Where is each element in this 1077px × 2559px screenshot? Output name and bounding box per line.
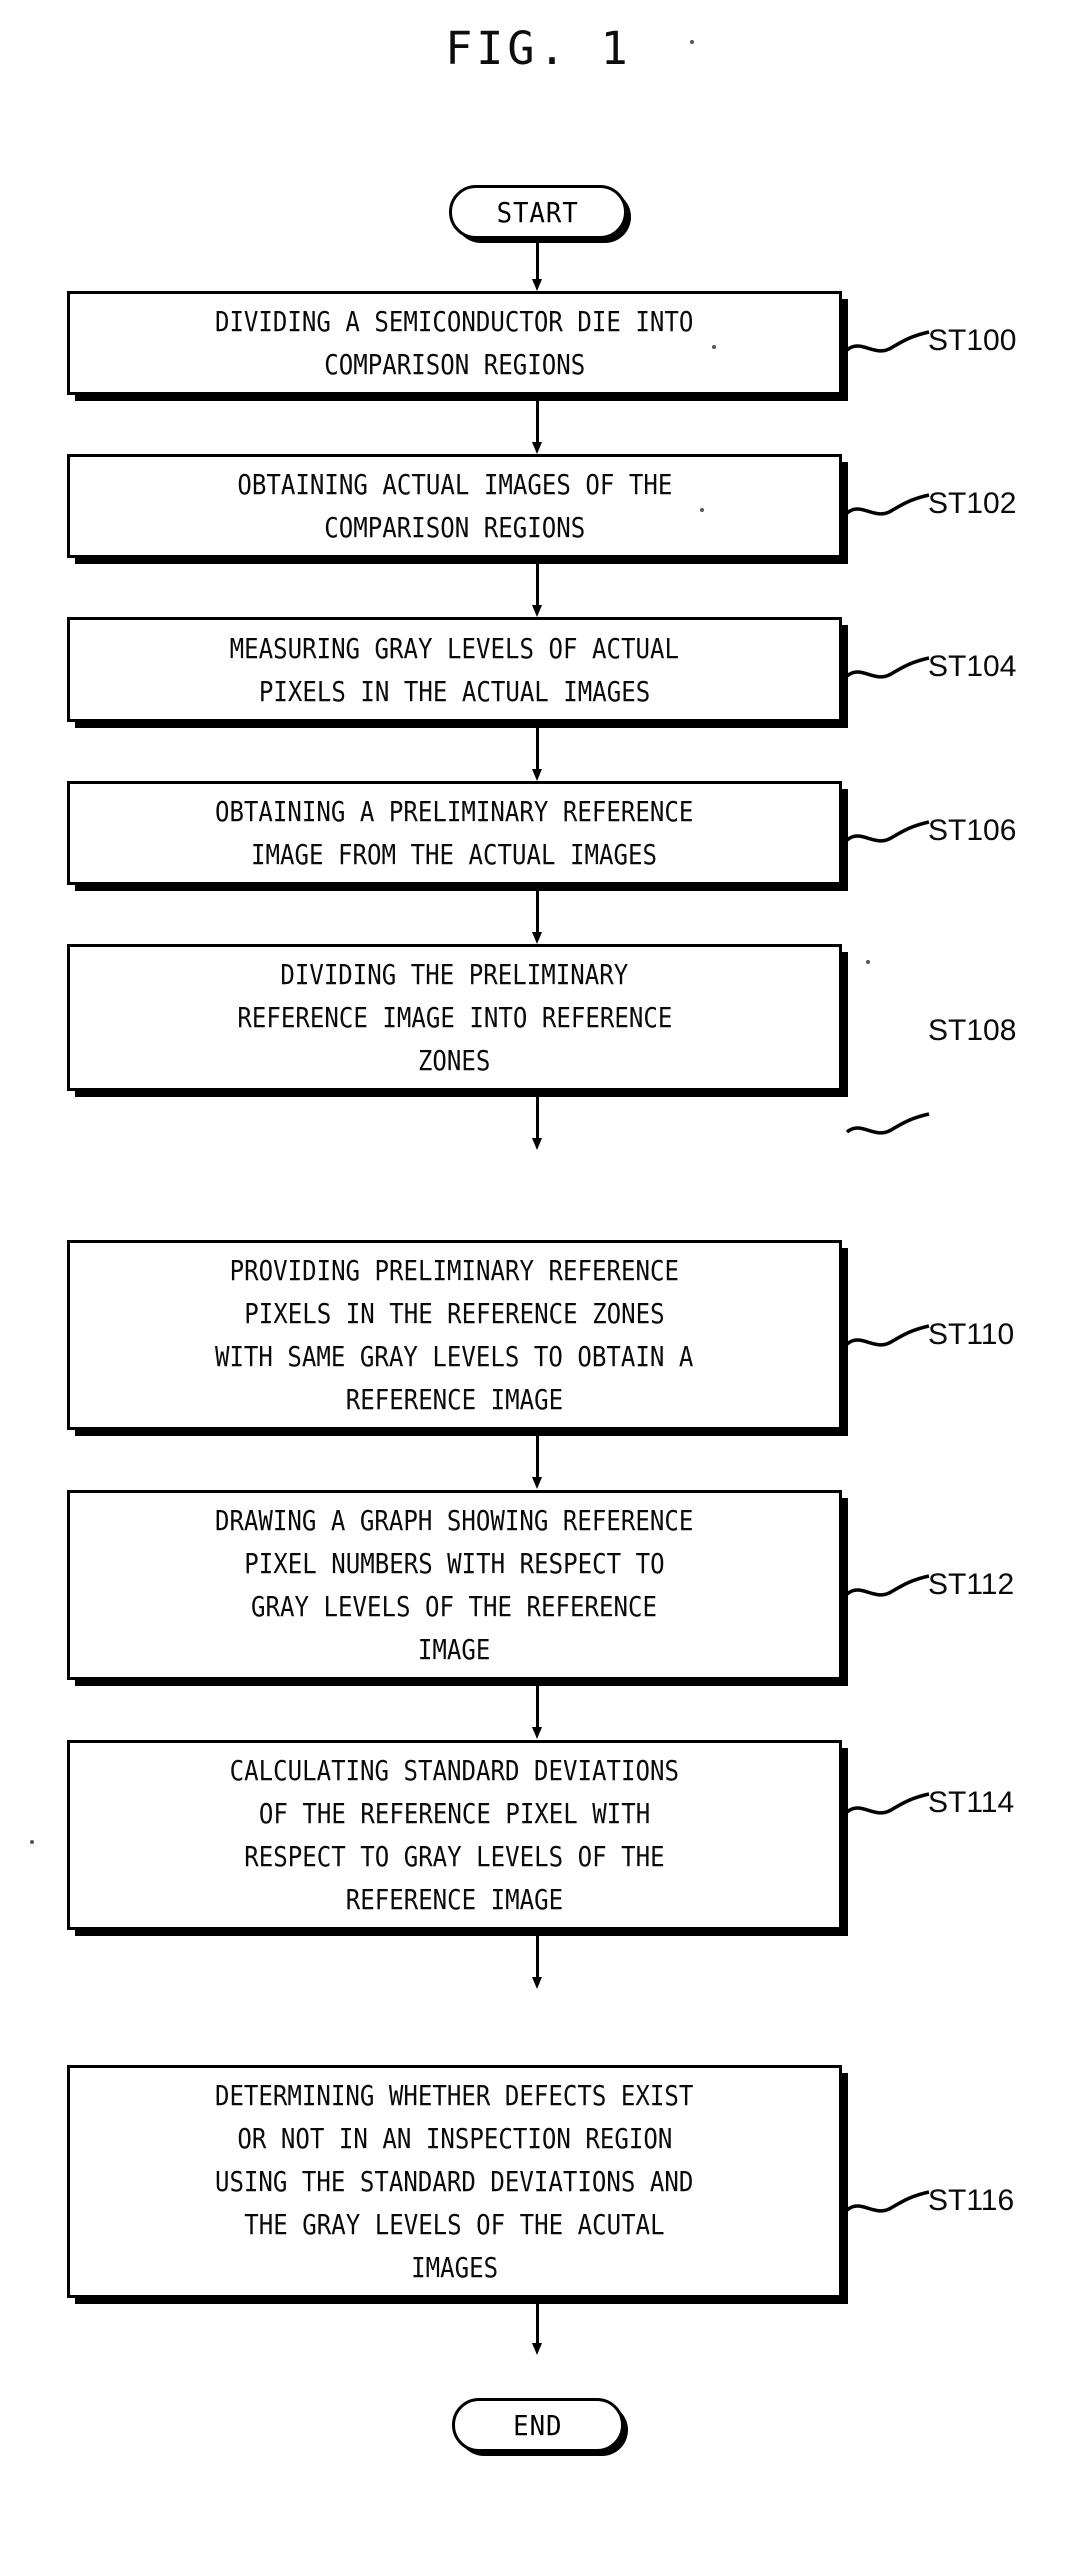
scan-speck	[712, 345, 716, 349]
process-line: OR NOT IN AN INSPECTION REGION	[237, 2122, 672, 2155]
arrowhead-end	[532, 2343, 542, 2355]
arrowhead-st106	[532, 769, 542, 781]
step-ref-st110: ST110	[928, 1318, 1015, 1351]
process-line: PROVIDING PRELIMINARY REFERENCE	[229, 1254, 680, 1287]
process-box-st104: MEASURING GRAY LEVELS OF ACTUAL PIXELS I…	[67, 617, 842, 722]
process-line: IMAGE FROM THE ACTUAL IMAGES	[251, 838, 658, 871]
process-line: GRAY LEVELS OF THE REFERENCE	[251, 1590, 658, 1623]
leader-line-st116	[845, 2190, 930, 2213]
process-line: DETERMINING WHETHER DEFECTS EXIST	[215, 2079, 694, 2112]
process-box-st100: DIVIDING A SEMICONDUCTOR DIE INTO COMPAR…	[67, 291, 842, 395]
process-line: USING THE STANDARD DEVIATIONS AND	[215, 2165, 694, 2198]
connector-st102-st104	[536, 563, 539, 605]
process-line: REFERENCE IMAGE	[345, 1383, 564, 1416]
process-line: REFERENCE IMAGE	[345, 1883, 564, 1916]
arrowhead-st102	[532, 442, 542, 454]
process-box-st110: PROVIDING PRELIMINARY REFERENCE PIXELS I…	[67, 1240, 842, 1430]
step-ref-st108: ST108	[928, 1014, 1017, 1047]
step-ref-st100: ST100	[928, 324, 1017, 357]
arrowhead-st108	[532, 932, 542, 944]
process-box-st112: DRAWING A GRAPH SHOWING REFERENCE PIXEL …	[67, 1490, 842, 1680]
scan-speck	[30, 1840, 34, 1844]
process-line: THE GRAY LEVELS OF THE ACUTAL	[244, 2208, 665, 2241]
process-line: CALCULATING STANDARD DEVIATIONS	[229, 1754, 680, 1787]
step-ref-st106: ST106	[928, 814, 1017, 847]
process-line: ZONES	[418, 1044, 491, 1077]
connector-start-st100	[536, 239, 539, 279]
process-line: OBTAINING ACTUAL IMAGES OF THE	[237, 468, 672, 501]
process-line: PIXELS IN THE ACTUAL IMAGES	[258, 674, 651, 708]
leader-line-st106	[845, 820, 930, 843]
connector-st116-end	[536, 2303, 539, 2343]
start-label: START	[496, 195, 580, 229]
process-line: PIXELS IN THE REFERENCE ZONES	[244, 1297, 665, 1330]
arrowhead-st104	[532, 605, 542, 617]
arrowhead-st114	[532, 1727, 542, 1739]
step-ref-st104: ST104	[928, 650, 1017, 683]
end-terminator: END	[452, 2398, 624, 2452]
connector-st100-st102	[536, 400, 539, 442]
process-line: DIVIDING THE PRELIMINARY	[280, 958, 629, 991]
step-ref-st102: ST102	[928, 487, 1017, 520]
connector-st108-st110	[536, 1096, 539, 1138]
scan-speck	[690, 40, 694, 44]
connector-st106-st108	[536, 890, 539, 932]
process-line: WITH SAME GRAY LEVELS TO OBTAIN A	[215, 1340, 694, 1373]
step-ref-st112: ST112	[928, 1568, 1015, 1601]
arrowhead-st116	[532, 1977, 542, 1989]
leader-line-st102	[845, 493, 930, 516]
process-line: PIXEL NUMBERS WITH RESPECT TO	[244, 1547, 665, 1580]
process-box-st114: CALCULATING STANDARD DEVIATIONS OF THE R…	[67, 1740, 842, 1930]
process-line: DRAWING A GRAPH SHOWING REFERENCE	[215, 1504, 694, 1537]
leader-line-st100	[845, 330, 930, 353]
scan-speck	[866, 960, 870, 964]
end-label: END	[513, 2408, 563, 2442]
process-line: DIVIDING A SEMICONDUCTOR DIE INTO	[215, 305, 694, 338]
scan-speck	[700, 508, 704, 512]
leader-line-st104	[845, 656, 930, 679]
leader-line-st108	[845, 1112, 930, 1135]
step-ref-st116: ST116	[928, 2184, 1015, 2217]
arrowhead-st110	[532, 1138, 542, 1150]
process-line: MEASURING GRAY LEVELS OF ACTUAL	[229, 631, 680, 665]
process-box-st102: OBTAINING ACTUAL IMAGES OF THE COMPARISO…	[67, 454, 842, 558]
connector-st104-st106	[536, 727, 539, 769]
arrowhead-st112	[532, 1477, 542, 1489]
process-line: COMPARISON REGIONS	[324, 511, 585, 544]
process-line: IMAGES	[411, 2251, 498, 2284]
arrowhead-st100	[532, 279, 542, 291]
connector-st112-st114	[536, 1685, 539, 1727]
process-line: OF THE REFERENCE PIXEL WITH	[258, 1797, 651, 1830]
process-line: IMAGE	[418, 1633, 491, 1666]
leader-line-st114	[845, 1792, 930, 1815]
process-box-st116: DETERMINING WHETHER DEFECTS EXIST OR NOT…	[67, 2065, 842, 2298]
process-box-st108: DIVIDING THE PRELIMINARY REFERENCE IMAGE…	[67, 944, 842, 1091]
process-box-st106: OBTAINING A PRELIMINARY REFERENCE IMAGE …	[67, 781, 842, 885]
process-line: RESPECT TO GRAY LEVELS OF THE	[244, 1840, 665, 1873]
leader-line-st112	[845, 1574, 930, 1597]
connector-st110-st112	[536, 1435, 539, 1477]
leader-line-st110	[845, 1324, 930, 1347]
process-line: OBTAINING A PRELIMINARY REFERENCE	[215, 795, 694, 828]
page-title: FIG. 1	[445, 22, 632, 75]
step-ref-st114: ST114	[928, 1786, 1015, 1819]
process-line: COMPARISON REGIONS	[324, 348, 585, 381]
start-terminator: START	[449, 185, 627, 239]
connector-st114-st116	[536, 1935, 539, 1977]
process-line: REFERENCE IMAGE INTO REFERENCE	[237, 1001, 672, 1034]
